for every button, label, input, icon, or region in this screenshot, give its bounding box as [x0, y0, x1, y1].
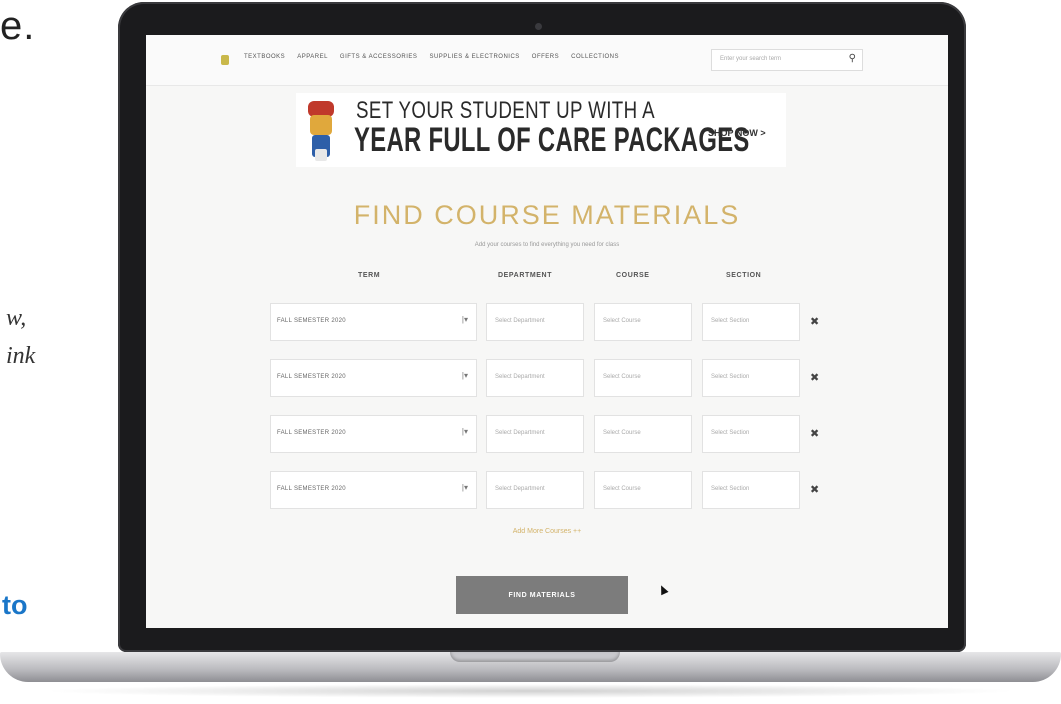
nav-item-collections[interactable]: COLLECTIONS	[571, 54, 619, 60]
department-placeholder: Select Department	[495, 486, 545, 492]
term-select[interactable]: FALL SEMESTER 2020 |▾	[270, 415, 477, 453]
department-select[interactable]: Select Department	[486, 303, 584, 341]
remove-row-icon[interactable]: ✖	[810, 483, 819, 496]
term-value: FALL SEMESTER 2020	[277, 486, 346, 492]
chevron-down-icon: |▾	[461, 427, 468, 436]
department-select[interactable]: Select Department	[486, 471, 584, 509]
term-value: FALL SEMESTER 2020	[277, 374, 346, 380]
section-select[interactable]: Select Section	[702, 359, 800, 397]
slide-italic-line-1: w,	[6, 305, 27, 331]
course-row: FALL SEMESTER 2020 |▾ Select Department …	[146, 471, 948, 511]
webcam-icon	[535, 23, 542, 30]
course-placeholder: Select Course	[603, 318, 641, 324]
chevron-down-icon: |▾	[461, 483, 468, 492]
nav-menu: TEXTBOOKS APPAREL GIFTS & ACCESSORIES SU…	[244, 54, 619, 60]
course-select[interactable]: Select Course	[594, 415, 692, 453]
chevron-down-icon: |▾	[461, 371, 468, 380]
course-select[interactable]: Select Course	[594, 471, 692, 509]
laptop-screen: TEXTBOOKS APPAREL GIFTS & ACCESSORIES SU…	[146, 35, 948, 628]
course-select[interactable]: Select Course	[594, 303, 692, 341]
term-select[interactable]: FALL SEMESTER 2020 |▾	[270, 471, 477, 509]
promo-banner[interactable]: SET YOUR STUDENT UP WITH A YEAR FULL OF …	[296, 93, 786, 167]
course-placeholder: Select Course	[603, 430, 641, 436]
course-row: FALL SEMESTER 2020 |▾ Select Department …	[146, 359, 948, 399]
search-icon[interactable]: ⚲	[849, 53, 856, 64]
shop-now-link[interactable]: SHOP NOW >	[708, 128, 766, 138]
mouse-cursor-icon	[657, 583, 669, 596]
column-header-course: COURSE	[616, 272, 650, 279]
search-input[interactable]: Enter your search term ⚲	[711, 49, 863, 71]
slide-link-fragment[interactable]: to	[2, 590, 27, 621]
section-placeholder: Select Section	[711, 318, 750, 324]
department-placeholder: Select Department	[495, 430, 545, 436]
nav-item-apparel[interactable]: APPAREL	[297, 54, 328, 60]
store-logo-icon[interactable]	[221, 55, 229, 65]
remove-row-icon[interactable]: ✖	[810, 427, 819, 440]
nav-item-textbooks[interactable]: TEXTBOOKS	[244, 54, 285, 60]
find-materials-button[interactable]: FIND MATERIALS	[456, 576, 628, 614]
banner-line-2: YEAR FULL OF CARE PACKAGES	[354, 121, 750, 159]
section-placeholder: Select Section	[711, 374, 750, 380]
section-select[interactable]: Select Section	[702, 415, 800, 453]
column-header-department: DEPARTMENT	[498, 272, 553, 279]
section-placeholder: Select Section	[711, 430, 750, 436]
term-value: FALL SEMESTER 2020	[277, 430, 346, 436]
add-more-courses-link[interactable]: Add More Courses ++	[146, 528, 948, 535]
term-select[interactable]: FALL SEMESTER 2020 |▾	[270, 359, 477, 397]
nav-item-offers[interactable]: OFFERS	[532, 54, 559, 60]
laptop-shadow	[40, 684, 1020, 698]
page-subtitle: Add your courses to find everything you …	[474, 242, 620, 248]
chevron-down-icon: |▾	[461, 315, 468, 324]
slide-italic-line-2: ink	[6, 343, 36, 369]
course-row: FALL SEMESTER 2020 |▾ Select Department …	[146, 303, 948, 343]
column-header-term: TERM	[358, 272, 381, 279]
laptop-notch	[450, 652, 620, 662]
term-value: FALL SEMESTER 2020	[277, 318, 346, 324]
section-placeholder: Select Section	[711, 486, 750, 492]
remove-row-icon[interactable]: ✖	[810, 371, 819, 384]
course-placeholder: Select Course	[603, 486, 641, 492]
department-placeholder: Select Department	[495, 374, 545, 380]
section-select[interactable]: Select Section	[702, 303, 800, 341]
page-title: FIND COURSE MATERIALS	[353, 200, 741, 230]
course-row: FALL SEMESTER 2020 |▾ Select Department …	[146, 415, 948, 455]
slide-text-fragment: e.	[0, 4, 36, 48]
department-select[interactable]: Select Department	[486, 415, 584, 453]
remove-row-icon[interactable]: ✖	[810, 315, 819, 328]
department-placeholder: Select Department	[495, 318, 545, 324]
top-nav: TEXTBOOKS APPAREL GIFTS & ACCESSORIES SU…	[146, 35, 948, 86]
course-placeholder: Select Course	[603, 374, 641, 380]
section-select[interactable]: Select Section	[702, 471, 800, 509]
mascot-icon	[308, 101, 334, 161]
nav-item-gifts[interactable]: GIFTS & ACCESSORIES	[340, 54, 418, 60]
term-select[interactable]: FALL SEMESTER 2020 |▾	[270, 303, 477, 341]
search-placeholder: Enter your search term	[720, 56, 782, 62]
nav-item-supplies[interactable]: SUPPLIES & ELECTRONICS	[429, 54, 519, 60]
course-select[interactable]: Select Course	[594, 359, 692, 397]
department-select[interactable]: Select Department	[486, 359, 584, 397]
column-header-section: SECTION	[726, 272, 762, 279]
